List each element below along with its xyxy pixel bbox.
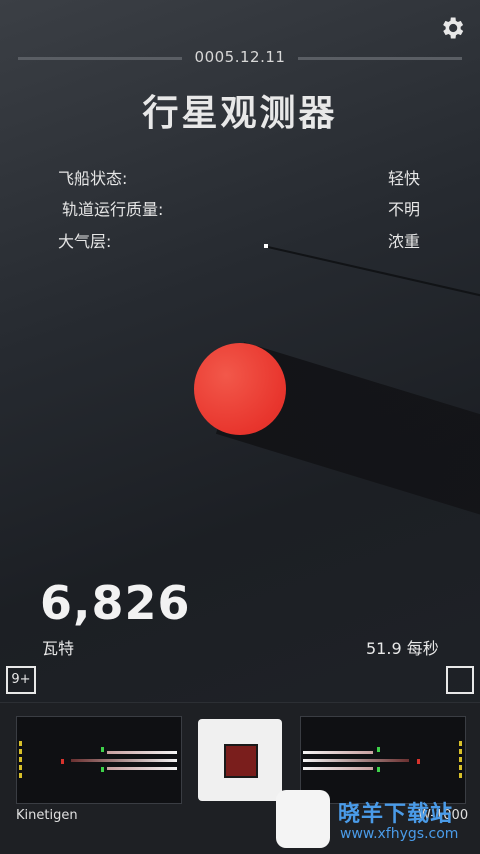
green-marker	[101, 767, 104, 772]
meter-segment	[459, 765, 462, 770]
signal-stripe	[303, 751, 373, 754]
power-unit: 瓦特	[42, 639, 75, 658]
meter-segment	[19, 765, 22, 770]
signal-stripe	[107, 767, 177, 770]
satellite-dot	[264, 244, 268, 248]
page-title: 行星观测器	[142, 93, 338, 134]
meter-segment	[459, 773, 462, 778]
stop-square-icon	[224, 744, 258, 778]
watermark-text: 晓羊下载站	[338, 802, 454, 827]
signal-stripe	[71, 759, 177, 762]
meter-segment	[459, 749, 462, 754]
game-date: 0005.12.11	[194, 48, 286, 66]
generator-panel-left[interactable]	[16, 716, 182, 804]
watermark-logo-icon	[276, 790, 330, 848]
orbit-trail	[267, 246, 480, 297]
green-marker	[377, 767, 380, 772]
power-value: 6,826	[40, 576, 191, 630]
red-marker	[61, 759, 64, 764]
square-toggle-button[interactable]	[446, 666, 474, 694]
stat-label-orbit-quality: 轨道运行质量:	[62, 200, 164, 219]
generator-name-left: Kinetigen	[16, 808, 78, 823]
gear-icon[interactable]	[438, 14, 466, 42]
stop-button[interactable]	[198, 719, 282, 801]
meter-segment	[459, 741, 462, 746]
green-marker	[101, 747, 104, 752]
green-marker	[377, 747, 380, 752]
watermark-url: www.xfhygs.com	[340, 826, 459, 842]
meter-segment	[459, 757, 462, 762]
meter-segment	[19, 741, 22, 746]
stat-label-ship-status: 飞船状态:	[58, 169, 128, 188]
stat-value-atmosphere: 浓重	[388, 232, 421, 251]
watermark: 晓羊下载站 www.xfhygs.com	[276, 790, 480, 853]
meter-segment	[19, 749, 22, 754]
power-rate: 51.9 每秒	[366, 639, 439, 658]
meter-segment	[19, 773, 22, 778]
signal-stripe	[107, 751, 177, 754]
stat-label-atmosphere: 大气层:	[58, 232, 112, 251]
notification-badge[interactable]: 9+	[6, 666, 36, 694]
stat-value-ship-status: 轻快	[388, 169, 421, 188]
meter-segment	[19, 757, 22, 762]
planet[interactable]	[194, 343, 286, 435]
stat-value-orbit-quality: 不明	[388, 200, 421, 219]
red-marker	[417, 759, 420, 764]
signal-stripe	[303, 767, 373, 770]
signal-stripe	[303, 759, 409, 762]
